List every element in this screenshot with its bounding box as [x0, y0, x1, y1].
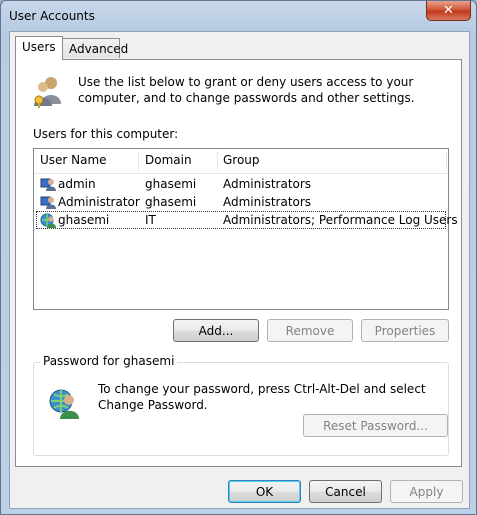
users-list-label: Users for this computer: — [33, 127, 178, 141]
listview-header: User Name Domain Group — [34, 149, 448, 174]
password-group-title: Password for ghasemi — [40, 354, 178, 368]
column-separator[interactable] — [217, 151, 218, 171]
column-separator[interactable] — [138, 151, 139, 171]
close-button[interactable]: ✕ — [426, 1, 471, 21]
cell-user-name: Administrator — [58, 195, 140, 209]
tab-users[interactable]: Users — [15, 36, 63, 60]
table-row-selected[interactable]: ghasemi IT Administrators; Performance L… — [36, 211, 458, 229]
close-icon: ✕ — [443, 3, 454, 18]
table-row[interactable]: Administrator ghasemi Administrators — [36, 193, 446, 211]
cancel-button[interactable]: Cancel — [309, 480, 382, 503]
password-instructions: To change your password, press Ctrl-Alt-… — [98, 382, 426, 412]
cancel-button-label: Cancel — [325, 484, 366, 499]
title-bar[interactable]: User Accounts ✕ — [1, 1, 476, 31]
tab-users-label: Users — [22, 40, 56, 54]
cell-group: Administrators — [223, 177, 312, 191]
users-listview[interactable]: User Name Domain Group admin ghasemi Adm… — [33, 148, 458, 310]
cell-user-name: admin — [58, 177, 96, 191]
tab-advanced-label: Advanced — [69, 42, 129, 56]
cell-group: Administrators — [223, 195, 312, 209]
cell-domain: ghasemi — [145, 195, 197, 209]
ok-button-label: OK — [255, 484, 274, 499]
reset-password-button-label: Reset Password... — [323, 418, 428, 433]
column-header-user-name[interactable]: User Name — [40, 153, 107, 169]
password-groupbox: Password for ghasemi To change your pass… — [33, 354, 449, 456]
dialog-client-area: Users Advanced Use the list below to gra… — [9, 31, 470, 509]
remove-user-button-label: Remove — [285, 323, 335, 338]
properties-button-label: Properties — [374, 323, 436, 338]
add-user-button[interactable]: Add... — [173, 319, 259, 342]
local-user-icon — [40, 178, 56, 191]
window-title: User Accounts — [9, 9, 95, 23]
apply-button[interactable]: Apply — [390, 480, 463, 503]
users-keys-icon — [34, 77, 61, 108]
users-list-label-text: Users for this computer: — [33, 127, 179, 141]
reset-password-button[interactable]: Reset Password... — [303, 414, 448, 437]
user-accounts-window: User Accounts ✕ Users Advanced Use the l… — [0, 0, 477, 515]
ok-button[interactable]: OK — [228, 480, 301, 503]
local-user-icon — [40, 196, 56, 209]
intro-description: Use the list below to grant or deny user… — [78, 75, 415, 105]
cell-group: Administrators; Performance Log Users — [223, 213, 458, 227]
remove-user-button[interactable]: Remove — [267, 319, 353, 342]
users-tab-panel: Use the list below to grant or deny user… — [15, 59, 462, 467]
domain-user-icon — [49, 389, 79, 419]
domain-user-icon — [40, 213, 56, 228]
properties-button[interactable]: Properties — [361, 319, 449, 342]
column-separator[interactable] — [446, 151, 447, 171]
column-header-group[interactable]: Group — [223, 153, 260, 169]
tab-advanced[interactable]: Advanced — [62, 38, 128, 58]
cell-domain: ghasemi — [145, 177, 197, 191]
column-header-domain[interactable]: Domain — [145, 153, 192, 169]
cell-domain: IT — [145, 213, 156, 227]
apply-button-label: Apply — [409, 484, 444, 499]
table-row[interactable]: admin ghasemi Administrators — [36, 175, 446, 193]
cell-user-name: ghasemi — [58, 213, 110, 227]
add-user-button-label: Add... — [198, 323, 234, 338]
